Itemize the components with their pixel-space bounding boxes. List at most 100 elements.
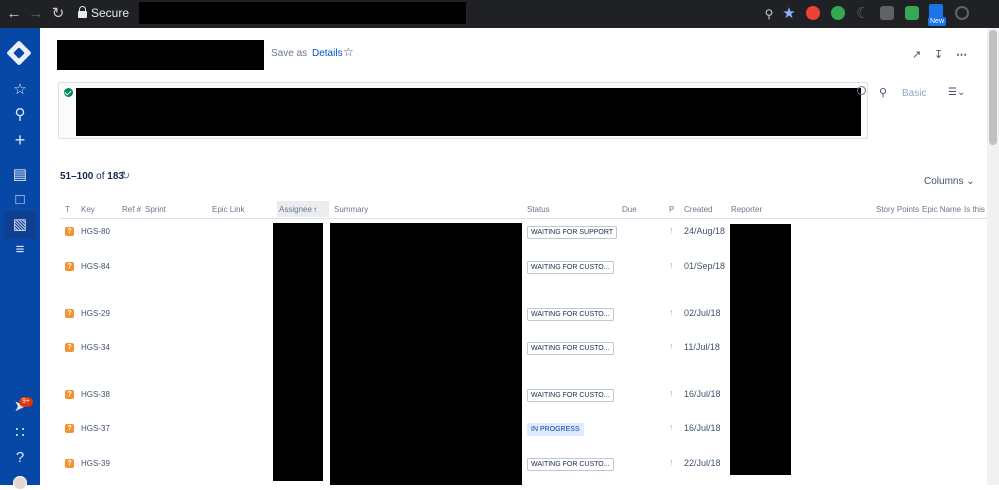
extension-icon[interactable] <box>880 6 894 20</box>
issue-type-icon: ? <box>65 309 74 318</box>
issue-key[interactable]: HGS-34 <box>81 343 110 352</box>
created-date: 22/Jul/18 <box>684 458 721 468</box>
favourite-star-icon[interactable]: ☆ <box>343 45 354 59</box>
extension-icon[interactable] <box>806 6 820 20</box>
reload-icon[interactable]: ↻ <box>48 4 68 24</box>
notification-badge: 9+ <box>19 397 33 407</box>
app-switcher-icon[interactable]: ∷ <box>10 423 30 443</box>
col-header-due[interactable]: Due <box>622 205 637 214</box>
results-range: 51–100 <box>60 171 94 182</box>
issue-type-icon: ? <box>65 262 74 271</box>
export-icon[interactable]: ↧ <box>934 48 943 61</box>
profile-icon[interactable] <box>955 6 969 20</box>
structure-icon[interactable]: ≡ <box>10 240 30 260</box>
jira-sidebar: ☆ ⚲ + ▤ □ ▧ ≡ ➤ 9+ ∷ ? <box>0 28 40 490</box>
col-header-story-points[interactable]: Story Points <box>876 205 919 214</box>
col-header-key[interactable]: Key <box>81 205 95 214</box>
assignee-column-redacted <box>273 223 323 481</box>
share-icon[interactable]: ↗ <box>912 48 921 61</box>
board-icon[interactable]: ▤ <box>10 165 30 185</box>
col-header-status[interactable]: Status <box>527 205 550 214</box>
issue-type-icon: ? <box>65 343 74 352</box>
starred-icon[interactable]: ☆ <box>10 80 30 100</box>
col-header-priority[interactable]: P <box>669 205 674 214</box>
issue-key[interactable]: HGS-37 <box>81 424 110 433</box>
secure-label: Secure <box>91 6 130 20</box>
issue-key[interactable]: HGS-38 <box>81 390 110 399</box>
status-badge: WAITING FOR CUSTO... <box>527 308 614 321</box>
results-of: of <box>96 171 105 182</box>
status-badge: WAITING FOR CUSTO... <box>527 389 614 402</box>
extension-icon[interactable] <box>831 6 845 20</box>
extension-icon[interactable] <box>929 4 943 18</box>
results-count: 51–100 of 183 <box>60 171 124 182</box>
search-icon[interactable]: ⚲ <box>879 86 887 99</box>
priority-high-icon: ↑ <box>669 341 674 351</box>
col-header-ref[interactable]: Ref # <box>122 205 141 214</box>
priority-high-icon: ↑ <box>669 457 674 467</box>
priority-high-icon: ↑ <box>669 307 674 317</box>
priority-high-icon: ↑ <box>669 225 674 235</box>
summary-column-redacted <box>330 223 522 485</box>
col-header-assignee[interactable]: Assignee <box>279 205 312 214</box>
lock-icon <box>78 6 87 18</box>
jira-logo-icon[interactable] <box>6 40 32 66</box>
query-help-icon[interactable] <box>857 86 866 95</box>
col-header-type[interactable]: T <box>65 205 70 214</box>
issue-type-icon: ? <box>65 227 74 236</box>
created-date: 16/Jul/18 <box>684 423 721 433</box>
issue-key[interactable]: HGS-39 <box>81 459 110 468</box>
folder-icon[interactable]: □ <box>10 190 30 210</box>
back-icon[interactable]: ← <box>4 4 24 24</box>
chevron-down-icon: ⌄ <box>966 176 975 187</box>
priority-high-icon: ↑ <box>669 388 674 398</box>
details-link[interactable]: Details <box>312 48 343 59</box>
view-options-icon[interactable]: ☰⌄ <box>948 87 965 98</box>
extension-icon[interactable] <box>905 6 919 20</box>
bookmark-star-icon[interactable]: ★ <box>779 4 799 24</box>
columns-label: Columns <box>924 176 964 187</box>
col-header-summary[interactable]: Summary <box>334 205 368 214</box>
col-header-epic-link[interactable]: Epic Link <box>212 205 244 214</box>
zoom-icon[interactable]: ⚲ <box>759 4 779 24</box>
new-badge: New <box>928 17 947 26</box>
create-icon[interactable]: + <box>10 130 30 150</box>
more-options-icon[interactable]: ⋯ <box>956 48 967 61</box>
issue-key[interactable]: HGS-29 <box>81 309 110 318</box>
col-header-epic-name[interactable]: Epic Name <box>922 205 961 214</box>
col-header-is-this[interactable]: Is this <box>964 205 985 214</box>
col-header-created[interactable]: Created <box>684 205 712 214</box>
jql-query-text[interactable] <box>76 88 861 136</box>
priority-high-icon: ↑ <box>669 422 674 432</box>
col-header-reporter[interactable]: Reporter <box>731 205 762 214</box>
status-badge: WAITING FOR CUSTO... <box>527 342 614 355</box>
forward-icon[interactable]: → <box>26 4 46 24</box>
basic-mode-link[interactable]: Basic <box>902 88 926 99</box>
status-badge: WAITING FOR CUSTO... <box>527 458 614 471</box>
issue-key[interactable]: HGS-80 <box>81 227 110 236</box>
issue-type-icon: ? <box>65 424 74 433</box>
address-bar[interactable] <box>139 2 466 24</box>
save-as-button[interactable]: Save as <box>271 48 307 59</box>
created-date: 01/Sep/18 <box>684 261 726 271</box>
issue-type-icon: ? <box>65 390 74 399</box>
priority-high-icon: ↑ <box>669 260 674 270</box>
browser-toolbar: ← → ↻ Secure ⚲ ★ ☾ New <box>0 0 999 28</box>
table-header-divider <box>60 218 990 219</box>
search-icon[interactable]: ⚲ <box>10 105 30 125</box>
moon-icon[interactable]: ☾ <box>853 4 873 24</box>
status-badge: WAITING FOR SUPPORT <box>527 226 618 239</box>
avatar[interactable] <box>13 476 27 490</box>
secure-indicator[interactable]: Secure <box>78 6 129 20</box>
help-icon[interactable]: ? <box>10 448 30 468</box>
filter-title <box>57 40 264 70</box>
created-date: 02/Jul/18 <box>684 308 721 318</box>
issue-type-icon: ? <box>65 459 74 468</box>
refresh-icon[interactable]: ↻ <box>121 169 130 182</box>
sort-ascending-icon[interactable]: ↑ <box>313 205 317 214</box>
scrollbar-thumb[interactable] <box>989 30 997 145</box>
col-header-sprint[interactable]: Sprint <box>145 205 166 214</box>
columns-button[interactable]: Columns ⌄ <box>924 176 975 187</box>
issues-icon[interactable]: ▧ <box>10 215 30 235</box>
issue-key[interactable]: HGS-84 <box>81 262 110 271</box>
